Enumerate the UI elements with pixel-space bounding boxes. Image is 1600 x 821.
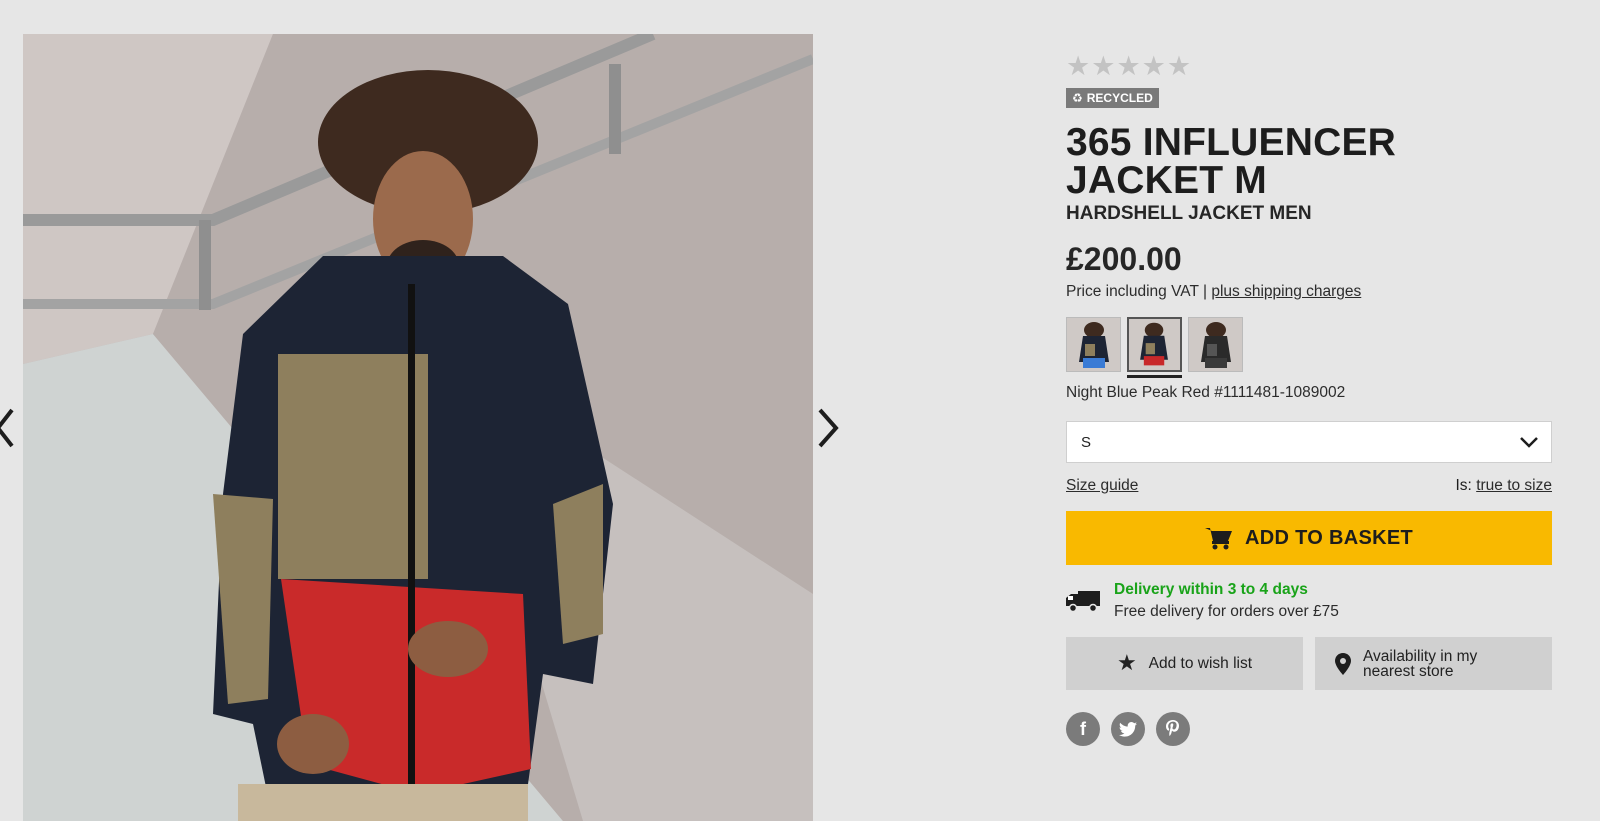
star-icon: ★ [1116, 651, 1137, 676]
product-price: £200.00 [1066, 241, 1182, 277]
store-availability-button[interactable]: Availability in my nearest store [1315, 637, 1552, 690]
color-swatches [1066, 317, 1552, 372]
product-title: 365 INFLUENCER JACKET M [1066, 121, 1397, 202]
fit-value-link[interactable]: true to size [1476, 477, 1552, 494]
color-swatch-blue[interactable] [1066, 317, 1121, 372]
pinterest-icon[interactable] [1156, 712, 1190, 746]
size-selected-value: S [1081, 433, 1092, 451]
product-subtitle: HARDSHELL JACKET MEN [1066, 203, 1312, 224]
star-icon: ★ [1091, 50, 1116, 82]
pinterest-p-icon [1166, 720, 1179, 736]
wishlist-label: Add to wish list [1148, 654, 1253, 672]
size-guide-link[interactable]: Size guide [1066, 477, 1138, 495]
chevron-right-icon [818, 408, 839, 448]
gallery-next-arrow[interactable] [812, 400, 842, 456]
product-gallery [0, 0, 870, 821]
swatch-thumbnail [1129, 319, 1180, 370]
color-swatch-red[interactable] [1127, 317, 1182, 372]
jacket-photo [23, 34, 813, 821]
facebook-icon[interactable]: f [1066, 712, 1100, 746]
secondary-actions: ★ Add to wish list Availability in my ne… [1066, 637, 1552, 690]
main-product-image [23, 34, 813, 821]
fit-info: Is: true to size [1456, 477, 1553, 495]
chevron-down-icon [1520, 437, 1538, 448]
delivery-truck-icon [1066, 591, 1100, 613]
twitter-icon[interactable] [1111, 712, 1145, 746]
add-to-basket-button[interactable]: ADD TO BASKET [1066, 511, 1552, 565]
swatch-thumbnail [1189, 318, 1242, 371]
badge-label: RECYCLED [1086, 91, 1153, 105]
social-share: f [1066, 712, 1552, 746]
delivery-sub: Free delivery for orders over £75 [1114, 603, 1339, 620]
delivery-text: Delivery within 3 to 4 days Free deliver… [1114, 581, 1339, 621]
star-icon: ★ [1166, 50, 1192, 82]
recycle-icon: ♻ [1072, 91, 1083, 105]
delivery-headline: Delivery within 3 to 4 days [1114, 581, 1308, 598]
product-details: ★ ★ ★ ★ ★ ♻ RECYCLED 365 INFLUENCER JACK… [1066, 50, 1552, 746]
star-icon: ★ [1066, 50, 1091, 82]
fit-prefix: Is: [1455, 477, 1472, 494]
star-icon: ★ [1116, 50, 1141, 82]
cart-icon [1205, 528, 1232, 550]
vat-text: Price including VAT | [1066, 283, 1208, 300]
size-info-row: Size guide Is: true to size [1066, 477, 1552, 495]
twitter-bird-icon [1119, 721, 1137, 737]
chevron-left-icon [0, 408, 14, 448]
store-availability-label: Availability in my nearest store [1363, 647, 1478, 680]
add-to-wishlist-button[interactable]: ★ Add to wish list [1066, 637, 1303, 690]
color-swatch-black[interactable] [1188, 317, 1243, 372]
recycled-badge: ♻ RECYCLED [1066, 88, 1159, 108]
selected-swatch-indicator [1127, 375, 1182, 378]
swatch-thumbnail [1067, 318, 1120, 371]
size-select[interactable]: S [1066, 421, 1552, 463]
location-pin-icon [1335, 652, 1351, 675]
vat-info: Price including VAT | plus shipping char… [1066, 283, 1552, 301]
delivery-info: Delivery within 3 to 4 days Free deliver… [1066, 581, 1552, 621]
rating-stars[interactable]: ★ ★ ★ ★ ★ [1066, 50, 1552, 82]
gallery-prev-arrow[interactable] [0, 400, 24, 456]
color-name: Night Blue Peak Red #1111481-1089002 [1066, 384, 1346, 401]
star-icon: ★ [1141, 50, 1166, 82]
shipping-charges-link[interactable]: plus shipping charges [1211, 283, 1361, 300]
add-to-basket-label: ADD TO BASKET [1245, 526, 1413, 549]
